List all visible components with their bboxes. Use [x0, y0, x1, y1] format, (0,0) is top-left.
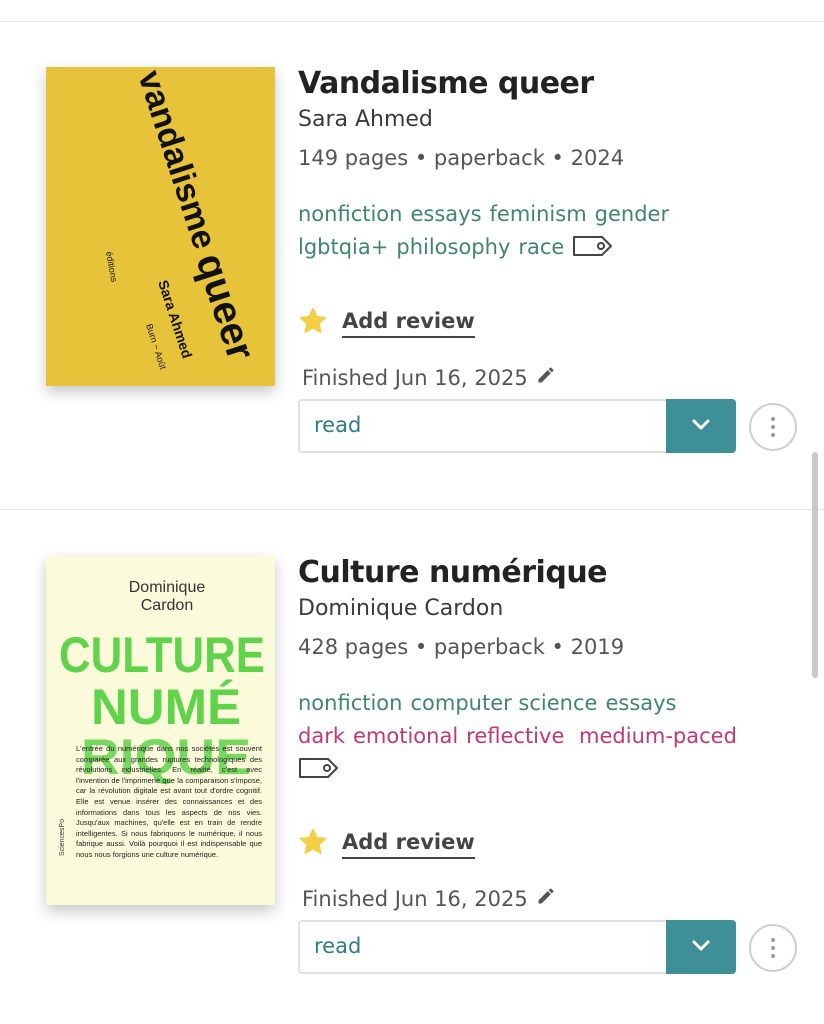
- mood-tag[interactable]: emotional: [353, 724, 458, 748]
- more-options-button[interactable]: [749, 924, 797, 972]
- genre-tag[interactable]: nonfiction: [298, 691, 402, 715]
- cover-publisher: SciencesPo: [59, 819, 66, 856]
- add-review-link[interactable]: Add review: [342, 830, 475, 859]
- mood-tag[interactable]: dark: [298, 724, 345, 748]
- more-dot: [771, 946, 775, 950]
- cover-title-line2: NUMÉ: [91, 679, 241, 735]
- cover-author-line1: Dominique: [129, 579, 206, 596]
- review-row: Add review: [298, 827, 475, 861]
- book-meta: 428 pages • paperback • 2019: [298, 635, 625, 659]
- status-dropdown-button[interactable]: [666, 920, 736, 974]
- book-cover[interactable]: Dominique Cardon CULTURE NUMÉ RIQUE L'en…: [46, 556, 275, 905]
- tag-list: nonfiction computer science essays dark emo…: [298, 687, 758, 790]
- chevron-down-icon: [691, 938, 711, 957]
- finished-date[interactable]: Finished Jun 16, 2025: [302, 886, 556, 911]
- book-row: Dominique Cardon CULTURE NUMÉ RIQUE L'en…: [0, 0, 824, 1024]
- more-options-icon: [771, 938, 775, 942]
- genre-tag[interactable]: computer science: [410, 691, 597, 715]
- tag-icon[interactable]: [298, 756, 340, 790]
- book-author[interactable]: Dominique Cardon: [298, 596, 503, 621]
- cover-art: Dominique Cardon CULTURE NUMÉ RIQUE L'en…: [59, 579, 265, 859]
- cover-author-line2: Cardon: [141, 597, 193, 614]
- scrollbar-thumb[interactable]: [812, 452, 818, 678]
- finished-label: Finished Jun 16, 2025: [302, 886, 528, 911]
- pencil-icon[interactable]: [528, 886, 556, 911]
- book-title[interactable]: Culture numérique: [298, 555, 608, 590]
- shelf-status-dropdown[interactable]: read: [298, 920, 736, 974]
- genre-tag[interactable]: essays: [605, 691, 676, 715]
- mood-tag[interactable]: reflective: [466, 724, 564, 748]
- mood-tag[interactable]: medium-paced: [579, 724, 737, 748]
- cover-blurb: L'entrée du numérique dans nos sociétés …: [76, 744, 262, 859]
- cover-title-line1: CULTURE: [59, 627, 265, 683]
- shelf-status-value: read: [314, 934, 362, 958]
- more-dot: [771, 954, 775, 958]
- star-icon[interactable]: [298, 827, 328, 861]
